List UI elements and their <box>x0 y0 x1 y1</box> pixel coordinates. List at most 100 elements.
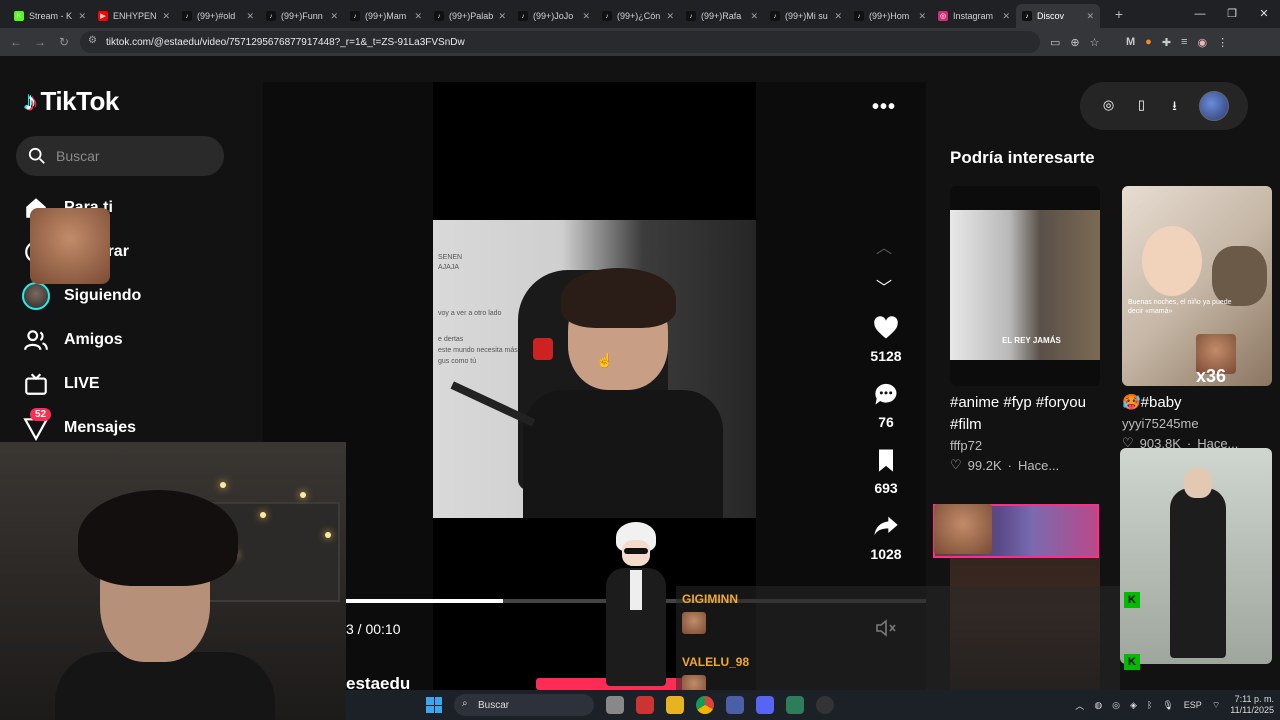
browser-tab[interactable]: ♪ (99+)#old ✕ <box>176 4 260 28</box>
like-button[interactable]: 5128 <box>860 314 912 380</box>
sidebar-item-amigos[interactable]: Amigos <box>22 318 141 362</box>
chrome-menu-icon[interactable]: ⋮ <box>1217 36 1228 49</box>
tab-favicon-icon: ♪ <box>434 11 444 21</box>
app-red-icon[interactable] <box>636 696 654 714</box>
windows-start-icon[interactable] <box>426 697 442 713</box>
close-tab-icon[interactable]: ✕ <box>498 11 506 22</box>
recommendation-caption[interactable]: #anime #fyp #foryou #film <box>950 392 1100 436</box>
wifi-icon[interactable]: ⌔ <box>1212 700 1220 711</box>
browser-tab[interactable]: ♪ (99+)Rafa ✕ <box>680 4 764 28</box>
chrome-icon[interactable] <box>696 696 714 714</box>
close-tab-icon[interactable]: ✕ <box>78 11 86 22</box>
next-video-icon[interactable]: ﹀ <box>876 274 892 298</box>
microphone-icon[interactable]: 🎙 <box>1162 700 1173 711</box>
action-bar: 5128 76 693 1028 <box>860 314 912 578</box>
video-frame[interactable]: SENEN AJAJA voy a ver a otro lado e dert… <box>433 220 756 518</box>
mobile-app-icon[interactable]: ▯ <box>1133 97 1151 115</box>
recommendation-card[interactable]: EL REY JAMÁS #anime #fyp #foryou #film f… <box>950 186 1100 473</box>
recommendation-thumbnail[interactable]: Buenas noches, el niño ya puede decir «m… <box>1122 186 1272 386</box>
close-tab-icon[interactable]: ✕ <box>414 11 422 22</box>
vegas-icon[interactable] <box>726 696 744 714</box>
close-tab-icon[interactable]: ✕ <box>582 11 590 22</box>
save-button[interactable]: 693 <box>860 446 912 512</box>
close-tab-icon[interactable]: ✕ <box>666 11 674 22</box>
tray-app-icon[interactable]: ◈ <box>1130 700 1137 711</box>
close-tab-icon[interactable]: ✕ <box>918 11 926 22</box>
tab-title: (99+)#old <box>197 11 236 21</box>
site-info-icon[interactable]: ⚙ <box>88 35 97 46</box>
search-input[interactable]: Buscar <box>16 136 224 176</box>
close-tab-icon[interactable]: ✕ <box>330 11 338 22</box>
tiktok-logo[interactable]: ♪ TikTok <box>24 86 119 117</box>
character-suit <box>1170 488 1226 658</box>
browser-tab[interactable]: ♪ (99+)Hom ✕ <box>848 4 932 28</box>
taskbar-search-label: Buscar <box>478 699 510 711</box>
recommendation-stats: ♡ 99.2K · Hace... <box>950 457 1100 473</box>
browser-tab[interactable]: ♪ (99+)JoJo ✕ <box>512 4 596 28</box>
discord-icon[interactable] <box>756 696 774 714</box>
obs-icon[interactable] <box>816 696 834 714</box>
share-button[interactable]: 1028 <box>860 512 912 578</box>
extension-m-icon[interactable]: M <box>1126 36 1135 48</box>
extension-orange-icon[interactable]: ● <box>1145 36 1152 48</box>
recommendation-thumbnail[interactable]: EL REY JAMÁS <box>950 186 1100 386</box>
browser-tab[interactable]: ♪ (99+)¿Cón ✕ <box>596 4 680 28</box>
profile-avatar-icon[interactable]: ◉ <box>1197 36 1207 49</box>
comment-button[interactable]: 76 <box>860 380 912 446</box>
browser-tab[interactable]: ♪ (99+)Palab ✕ <box>428 4 512 28</box>
restore-icon[interactable]: ❐ <box>1216 0 1248 28</box>
close-tab-icon[interactable]: ✕ <box>162 11 170 22</box>
bluetooth-icon[interactable]: ᛒ <box>1147 700 1152 710</box>
browser-tab[interactable]: ▶ ENHYPEN ✕ <box>92 4 176 28</box>
close-tab-icon[interactable]: ✕ <box>834 11 842 22</box>
extensions-puzzle-icon[interactable]: ✚ <box>1162 36 1171 49</box>
recommendation-user[interactable]: fffp72 <box>950 438 1100 453</box>
browser-tab[interactable]: ◎ Instagram ✕ <box>932 4 1016 28</box>
baby-face <box>1142 226 1202 296</box>
download-icon[interactable]: ⭳ <box>1166 97 1184 115</box>
browser-tab[interactable]: ♪ (99+)Mi su ✕ <box>764 4 848 28</box>
recommendation-caption[interactable]: 🥵#baby <box>1122 392 1272 414</box>
clock[interactable]: 7:11 p. m. 11/11/2025 <box>1230 694 1274 716</box>
sidebar-item-live[interactable]: LIVE <box>22 362 141 406</box>
tab-favicon-icon: ♪ <box>602 11 612 21</box>
bookmark-star-icon[interactable]: ☆ <box>1090 36 1100 49</box>
reload-icon[interactable]: ↻ <box>52 35 76 49</box>
back-icon[interactable]: ← <box>4 35 28 49</box>
coins-icon[interactable]: ◎ <box>1100 97 1118 115</box>
tray-app-icon[interactable]: ◍ <box>1094 700 1102 711</box>
media-controls-icon[interactable]: ≡ <box>1181 36 1187 48</box>
close-tab-icon[interactable]: ✕ <box>1002 11 1010 22</box>
url-field[interactable]: ⚙ tiktok.com/@estaedu/video/757129567687… <box>80 31 1040 53</box>
tray-app-icon[interactable]: ◎ <box>1112 700 1120 711</box>
recommendation-card[interactable]: Buenas noches, el niño ya puede decir «m… <box>1122 186 1272 451</box>
recommendations-title: Podría interesarte <box>950 148 1095 167</box>
fairy-light <box>260 512 266 518</box>
browser-tab[interactable]: K Stream - K ✕ <box>8 4 92 28</box>
profile-avatar[interactable] <box>1198 91 1229 121</box>
close-window-icon[interactable]: ✕ <box>1248 0 1280 28</box>
chair-accent <box>533 338 553 360</box>
taskbar-search[interactable]: ⌕ Buscar <box>454 694 594 716</box>
cast-icon[interactable]: ▭ <box>1050 36 1060 49</box>
tray-chevron-icon[interactable]: ︿ <box>1075 699 1084 712</box>
notepad-icon[interactable] <box>786 696 804 714</box>
language-indicator[interactable]: ESP <box>1184 700 1202 710</box>
previous-video-icon[interactable]: ︿ <box>876 234 892 258</box>
browser-tab[interactable]: ♪ (99+)Funn ✕ <box>260 4 344 28</box>
task-view-icon[interactable] <box>606 696 624 714</box>
zoom-icon[interactable]: ⊕ <box>1070 36 1079 49</box>
close-tab-icon[interactable]: ✕ <box>1086 11 1094 22</box>
tab-title: (99+)Mi su <box>785 11 828 21</box>
browser-tab[interactable]: ♪ Discov ✕ <box>1016 4 1100 28</box>
file-explorer-icon[interactable] <box>666 696 684 714</box>
recommendation-user[interactable]: yyyi75245me <box>1122 416 1272 431</box>
tab-list: K Stream - K ✕ ▶ ENHYPEN ✕ ♪ (99+)#old ✕ ♪ (99+)Fu… <box>8 0 1100 28</box>
close-tab-icon[interactable]: ✕ <box>246 11 254 22</box>
forward-icon[interactable]: → <box>28 35 52 49</box>
minimize-icon[interactable]: — <box>1184 0 1216 28</box>
close-tab-icon[interactable]: ✕ <box>750 11 758 22</box>
new-tab-button[interactable]: + <box>1108 6 1130 22</box>
more-options-icon[interactable]: ••• <box>872 96 896 119</box>
browser-tab[interactable]: ♪ (99+)Mam ✕ <box>344 4 428 28</box>
